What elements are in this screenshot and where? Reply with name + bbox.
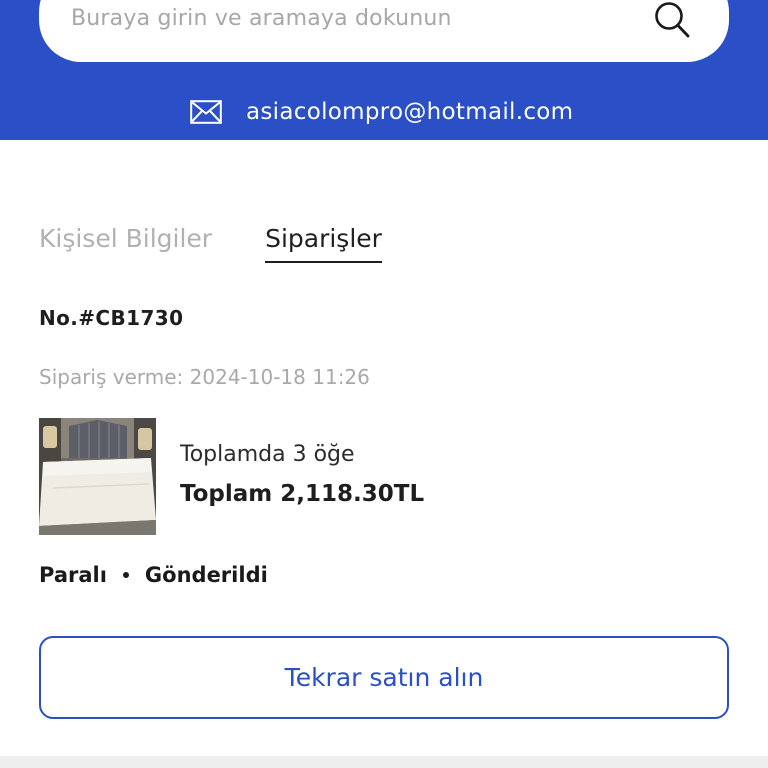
tab-personal-info[interactable]: Kişisel Bilgiler bbox=[39, 222, 212, 263]
profile-tabs: Kişisel Bilgiler Siparişler bbox=[39, 222, 382, 263]
payment-status: Paralı bbox=[39, 563, 107, 587]
order-total: Toplam 2,118.30TL bbox=[180, 481, 425, 507]
search-icon[interactable] bbox=[653, 0, 691, 40]
footer-divider bbox=[0, 756, 768, 768]
order-number: No.#CB1730 bbox=[39, 306, 184, 330]
shipping-status: Gönderildi bbox=[144, 563, 268, 587]
order-date: Sipariş verme: 2024-10-18 11:26 bbox=[39, 365, 370, 389]
tab-orders[interactable]: Siparişler bbox=[265, 222, 382, 263]
item-count: Toplamda 3 öğe bbox=[180, 442, 355, 467]
separator-dot bbox=[122, 572, 129, 578]
product-thumbnail[interactable] bbox=[39, 418, 156, 535]
mail-icon bbox=[190, 100, 222, 124]
contact-email[interactable]: asiacolompro@hotmail.com bbox=[246, 99, 573, 125]
bed-image bbox=[39, 418, 156, 535]
search-bar[interactable]: Buraya girin ve aramaya dokunun bbox=[39, 0, 729, 62]
order-status-row: Paralı Gönderildi bbox=[39, 563, 268, 587]
buy-again-button[interactable]: Tekrar satın alın bbox=[39, 636, 729, 719]
search-input[interactable]: Buraya girin ve aramaya dokunun bbox=[71, 6, 452, 31]
contact-email-row[interactable]: asiacolompro@hotmail.com bbox=[190, 96, 573, 128]
header-bar: Buraya girin ve aramaya dokunun asiacolo… bbox=[0, 0, 768, 140]
